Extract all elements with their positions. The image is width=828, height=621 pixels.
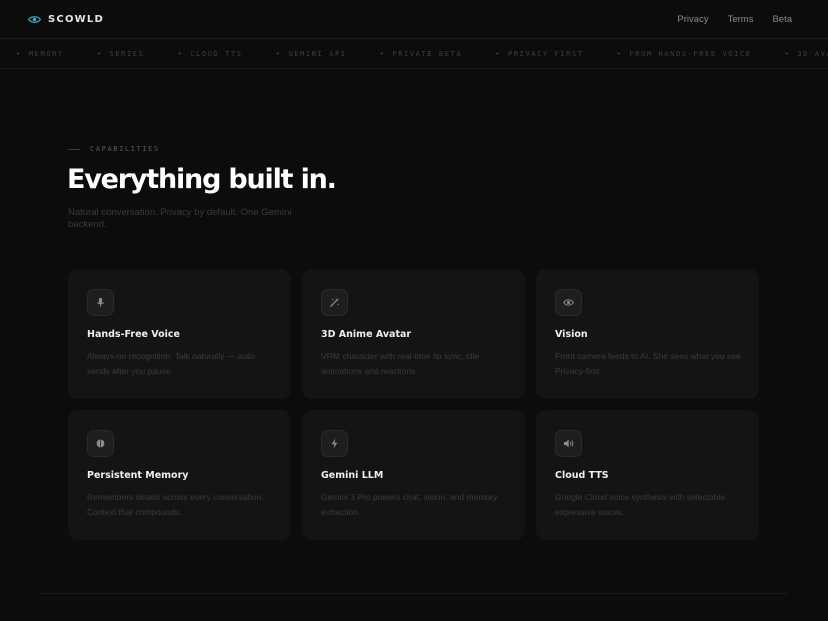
ticker-item: MEMORY (16, 50, 64, 58)
capability-card-gemini-llm: Gemini LLM Gemini 3 Pro powers chat, vis… (302, 410, 525, 540)
card-icon-box (87, 289, 114, 316)
capability-card-cloud-tts: Cloud TTS Google Cloud voice synthesis w… (536, 410, 759, 540)
card-description: Front camera feeds to AI. She sees what … (555, 351, 744, 376)
capability-card-persistent-memory: Persistent Memory Remembers details acro… (68, 410, 291, 540)
card-description: Remembers details across every conversat… (87, 492, 264, 517)
brand[interactable]: SCOWLD (28, 14, 104, 25)
card-description: Google Cloud voice synthesis with select… (555, 492, 726, 517)
section-headline: Everything built in. (67, 164, 337, 195)
ticker-track: MEMORY SERIES CLOUD TTS GEMINI API PRIVA… (0, 50, 828, 58)
footer-divider (40, 593, 788, 594)
card-icon-box (321, 430, 348, 457)
nav-link-terms[interactable]: Terms (728, 14, 754, 25)
card-icon-box (555, 289, 582, 316)
card-title: Gemini LLM (321, 470, 384, 481)
ticker-item: PRIVATE BETA (380, 50, 463, 58)
eye-icon (563, 299, 574, 306)
ticker-item: FROM HANDS-FREE VOICE (617, 50, 752, 58)
nav-link-privacy[interactable]: Privacy (677, 14, 708, 25)
top-nav: SCOWLD Privacy Terms Beta (0, 0, 828, 38)
magic-wand-icon (330, 297, 340, 307)
nav-links: Privacy Terms Beta (677, 14, 792, 25)
lightning-icon (331, 438, 338, 449)
ticker-item: 3D AVATAR (785, 50, 828, 58)
microphone-icon (97, 297, 104, 307)
section-subhead: Natural conversation. Privacy by default… (68, 207, 292, 230)
ticker-item: CLOUD TTS (177, 50, 242, 58)
eyebrow-divider (68, 148, 80, 150)
logo-eye-icon (28, 15, 41, 23)
brain-icon (96, 439, 105, 448)
eyebrow-label: CAPABILITIES (90, 145, 160, 153)
capabilities-grid: Hands-Free Voice Always-on recognition. … (68, 269, 759, 540)
ticker-item: PRIVACY FIRST (495, 50, 583, 58)
card-icon-box (321, 289, 348, 316)
ticker-item: SERIES (97, 50, 145, 58)
card-description: Gemini 3 Pro powers chat, vision, and me… (321, 492, 498, 517)
section-eyebrow: CAPABILITIES (68, 145, 160, 153)
nav-link-beta[interactable]: Beta (772, 14, 792, 25)
card-title: Persistent Memory (87, 470, 189, 481)
feature-ticker: MEMORY SERIES CLOUD TTS GEMINI API PRIVA… (0, 38, 828, 69)
capability-card-hands-free-voice: Hands-Free Voice Always-on recognition. … (68, 269, 291, 399)
card-icon-box (87, 430, 114, 457)
card-description: VRM character with real-time lip sync, i… (321, 351, 480, 376)
speaker-icon (563, 439, 574, 448)
capability-card-vision: Vision Front camera feeds to AI. She see… (536, 269, 759, 399)
card-title: 3D Anime Avatar (321, 329, 412, 340)
card-description: Always-on recognition. Talk naturally — … (87, 351, 257, 376)
card-icon-box (555, 430, 582, 457)
brand-name: SCOWLD (48, 13, 104, 25)
ticker-item: GEMINI API (276, 50, 347, 58)
card-title: Cloud TTS (555, 470, 609, 481)
card-title: Hands-Free Voice (87, 329, 180, 340)
card-title: Vision (555, 329, 588, 340)
capability-card-3d-anime-avatar: 3D Anime Avatar VRM character with real-… (302, 269, 525, 399)
